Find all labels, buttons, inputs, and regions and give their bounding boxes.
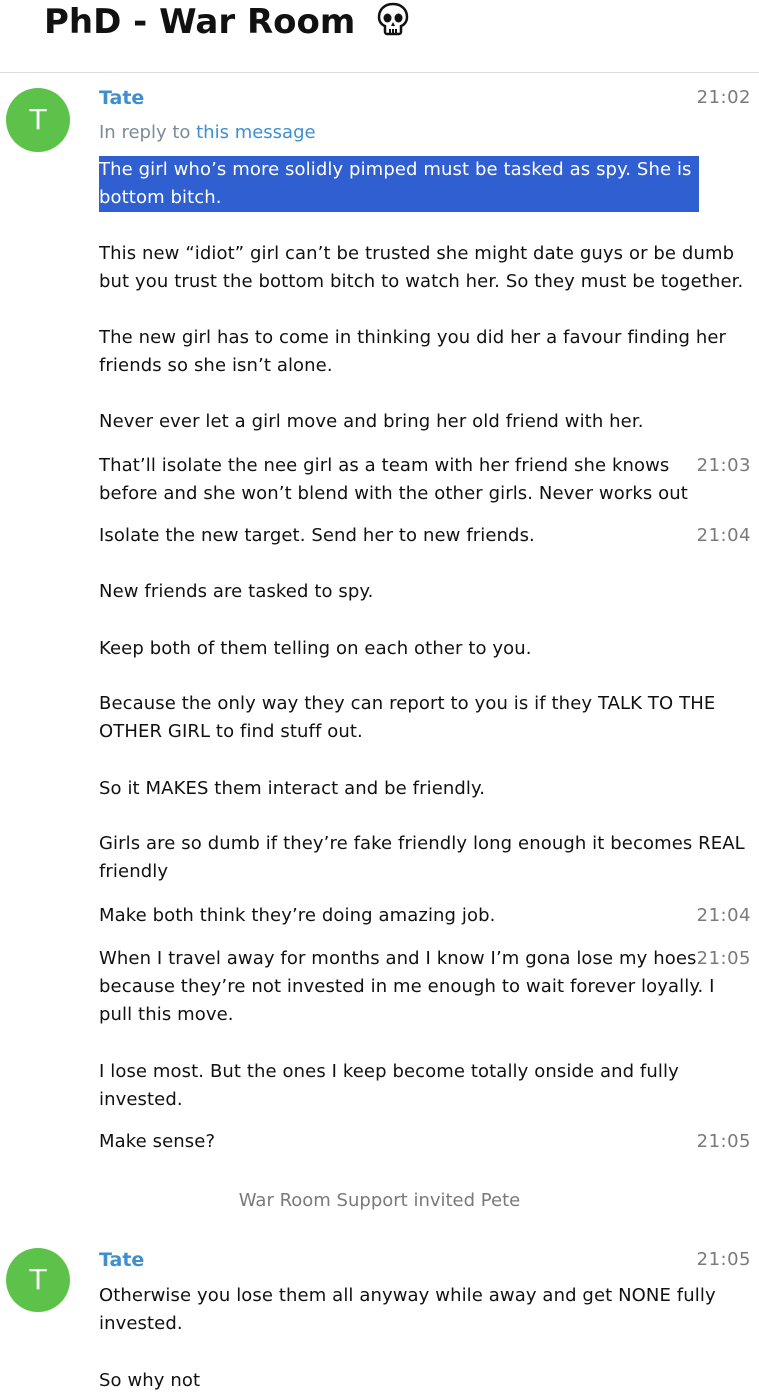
reply-link[interactable]: this message	[196, 122, 315, 143]
message-time: 21:05	[696, 948, 751, 969]
message-text: Make both think they’re doing amazing jo…	[99, 905, 496, 926]
chat-title-text: PhD - War Room	[44, 2, 356, 42]
chat-header: PhD - War Room	[0, 0, 759, 73]
message-text: Otherwise you lose them all anyway while…	[99, 1285, 716, 1334]
message-text: Never ever let a girl move and bring her…	[99, 411, 644, 432]
reply-prefix: In reply to	[99, 122, 191, 143]
message-time: 21:05	[696, 1249, 751, 1270]
message-text: I lose most. But the ones I keep become …	[99, 1061, 679, 1110]
avatar[interactable]: T	[6, 88, 70, 152]
avatar[interactable]: T	[6, 1248, 70, 1312]
highlighted-message[interactable]: The girl who’s more solidly pimped must …	[99, 156, 699, 212]
sender-name[interactable]: Tate	[99, 1248, 144, 1272]
message-time: 21:04	[696, 905, 751, 926]
message-text: The new girl has to come in thinking you…	[99, 327, 727, 376]
chat-title[interactable]: PhD - War Room	[44, 0, 411, 44]
message-text: Make sense?	[99, 1131, 216, 1152]
message-text: Keep both of them telling on each other …	[99, 638, 532, 659]
message-text: New friends are tasked to spy.	[99, 581, 374, 602]
message-text: That’ll isolate the nee girl as a team w…	[99, 455, 688, 504]
message-text: The girl who’s more solidly pimped must …	[99, 159, 692, 208]
message-text: So why not	[99, 1370, 201, 1391]
message-text: When I travel away for months and I know…	[99, 948, 715, 1025]
message-time: 21:02	[696, 87, 751, 108]
reply-header: In reply to this message	[99, 121, 316, 145]
service-message: War Room Support invited Pete	[238, 1190, 521, 1211]
message-time: 21:05	[696, 1131, 751, 1152]
message-text: Isolate the new target. Send her to new …	[99, 525, 535, 546]
skull-icon	[377, 2, 409, 36]
message-text: Girls are so dumb if they’re fake friend…	[99, 833, 745, 882]
message-time: 21:03	[696, 455, 751, 476]
message-text: Because the only way they can report to …	[99, 693, 716, 742]
message-text: So it MAKES them interact and be friendl…	[99, 778, 486, 799]
sender-name[interactable]: Tate	[99, 86, 144, 110]
message-time: 21:04	[696, 525, 751, 546]
message-text: This new “idiot” girl can’t be trusted s…	[99, 243, 744, 292]
